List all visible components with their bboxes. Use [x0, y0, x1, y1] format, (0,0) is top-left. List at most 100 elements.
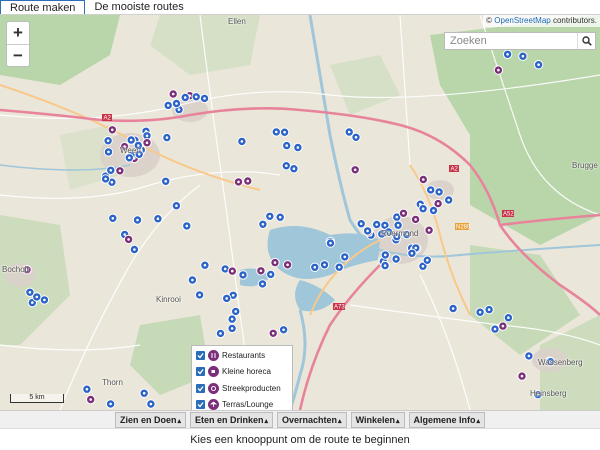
search-input[interactable] [445, 33, 577, 49]
place-label-heinsberg: Heinsberg [530, 389, 567, 398]
marker-center-dot [268, 215, 272, 218]
search-button[interactable] [577, 33, 595, 49]
marker-center-dot [175, 102, 178, 105]
marker-center-dot [203, 263, 207, 267]
marker-center-dot [129, 138, 133, 142]
marker-center-dot [133, 248, 136, 251]
marker-center-dot [394, 257, 398, 261]
marker-center-dot [237, 180, 240, 184]
place-label-thorn: Thorn [102, 378, 123, 387]
marker-center-dot [111, 128, 114, 132]
marker-center-dot [43, 298, 46, 302]
caret-up-icon: ▴ [476, 418, 481, 425]
marker-center-dot [432, 209, 435, 212]
marker-center-dot [447, 198, 451, 202]
menu-eten-en-drinken[interactable]: Eten en Drinken▴ [189, 412, 274, 428]
place-label-ellen: Ellen [228, 17, 246, 26]
zoom-out-button[interactable]: − [7, 44, 29, 66]
filter-label: Terras/Lounge [222, 400, 274, 410]
menu-label: Overnachten [282, 415, 338, 425]
marker-center-dot [203, 97, 206, 100]
category-menu-bar: Zien en Doen▴ Eten en Drinken▴ Overnacht… [0, 410, 600, 428]
marker-center-dot [282, 328, 285, 332]
svg-text:A2: A2 [451, 167, 459, 173]
marker-center-dot [273, 261, 277, 264]
openstreetmap-link[interactable]: OpenStreetMap [494, 16, 550, 25]
checkbox-checked-icon[interactable] [196, 400, 205, 410]
marker-center-dot [261, 282, 264, 286]
marker-center-dot [275, 130, 278, 134]
checkbox-checked-icon[interactable] [196, 350, 205, 360]
marker-center-dot [230, 317, 234, 321]
menu-label: Eten en Drinken [194, 415, 264, 425]
marker-center-dot [127, 238, 130, 241]
marker-center-dot [128, 156, 131, 160]
filter-streekproducten[interactable]: Streekproducten [196, 380, 288, 397]
marker-center-dot [223, 267, 227, 271]
menu-overnachten[interactable]: Overnachten▴ [277, 412, 347, 428]
marker-center-dot [501, 324, 505, 328]
tab-route-maken[interactable]: Route maken [0, 0, 86, 14]
marker-center-dot [171, 92, 175, 96]
marker-center-dot [219, 332, 222, 335]
checkbox-checked-icon[interactable] [196, 383, 205, 393]
marker-center-dot [429, 188, 433, 192]
map-view[interactable]: A2 A73 A52 A2 N280 Bocholt Roermond Kinr… [0, 15, 600, 410]
filter-restaurants[interactable]: Restaurants [196, 347, 288, 364]
marker-center-dot [109, 402, 112, 406]
marker-center-dot [426, 258, 429, 262]
status-message: Kies een knooppunt om de route te beginn… [0, 428, 600, 450]
marker-center-dot [183, 96, 187, 99]
marker-center-dot [164, 180, 167, 183]
svg-text:A2: A2 [104, 116, 112, 122]
marker-center-dot [487, 308, 491, 311]
place-label-wassenberg: Wassenberg [538, 358, 583, 367]
filter-label: Kleine horeca [222, 367, 271, 377]
marker-center-dot [104, 177, 107, 181]
menu-zien-en-doen[interactable]: Zien en Doen▴ [114, 412, 186, 428]
marker-center-dot [421, 207, 425, 210]
marker-center-dot [451, 307, 455, 310]
menu-algemene-info[interactable]: Algemene Info▴ [408, 412, 486, 428]
filter-kleine-horeca[interactable]: Kleine horeca [196, 364, 288, 381]
marker-center-dot [269, 273, 273, 276]
checkbox-checked-icon[interactable] [196, 367, 205, 377]
caret-up-icon: ▴ [177, 418, 181, 425]
caret-up-icon: ▴ [396, 418, 400, 425]
marker-center-dot [384, 253, 387, 257]
map-base: A2 A73 A52 A2 N280 [0, 15, 600, 410]
zoom-in-button[interactable]: + [7, 22, 29, 44]
marker-center-dot [353, 168, 357, 172]
marker-center-dot [296, 146, 300, 149]
marker-center-dot [35, 295, 39, 299]
marker-center-dot [527, 354, 531, 358]
filter-terras-lounge[interactable]: Terras/Lounge [196, 397, 288, 410]
marker-center-dot [383, 224, 387, 227]
map-search [444, 32, 596, 50]
marker-center-dot [396, 223, 400, 227]
marker-center-dot [414, 218, 417, 221]
svg-text:N280: N280 [456, 225, 471, 231]
marker-center-dot [185, 224, 189, 228]
menu-label: Winkelen [355, 415, 395, 425]
marker-center-dot [383, 264, 387, 267]
place-label-weert: Weert [120, 146, 142, 155]
marker-center-dot [421, 264, 425, 268]
category-filter-panel: Restaurants Kleine horeca Streekproducte… [191, 345, 293, 410]
marker-center-dot [414, 246, 418, 250]
basket-icon [208, 382, 219, 394]
marker-center-dot [110, 180, 114, 184]
marker-center-dot [271, 332, 275, 335]
tab-mooiste-routes[interactable]: De mooiste routes [85, 0, 192, 14]
marker-center-dot [145, 134, 149, 138]
marker-center-dot [507, 316, 510, 320]
marker-center-dot [410, 252, 414, 255]
marker-center-dot [347, 130, 351, 134]
marker-center-dot [123, 233, 126, 236]
marker-center-dot [427, 228, 431, 232]
marker-center-dot [493, 327, 497, 331]
marker-center-dot [497, 68, 500, 72]
marker-center-dot [177, 108, 181, 111]
svg-text:A52: A52 [503, 212, 514, 218]
menu-winkelen[interactable]: Winkelen▴ [350, 412, 405, 428]
